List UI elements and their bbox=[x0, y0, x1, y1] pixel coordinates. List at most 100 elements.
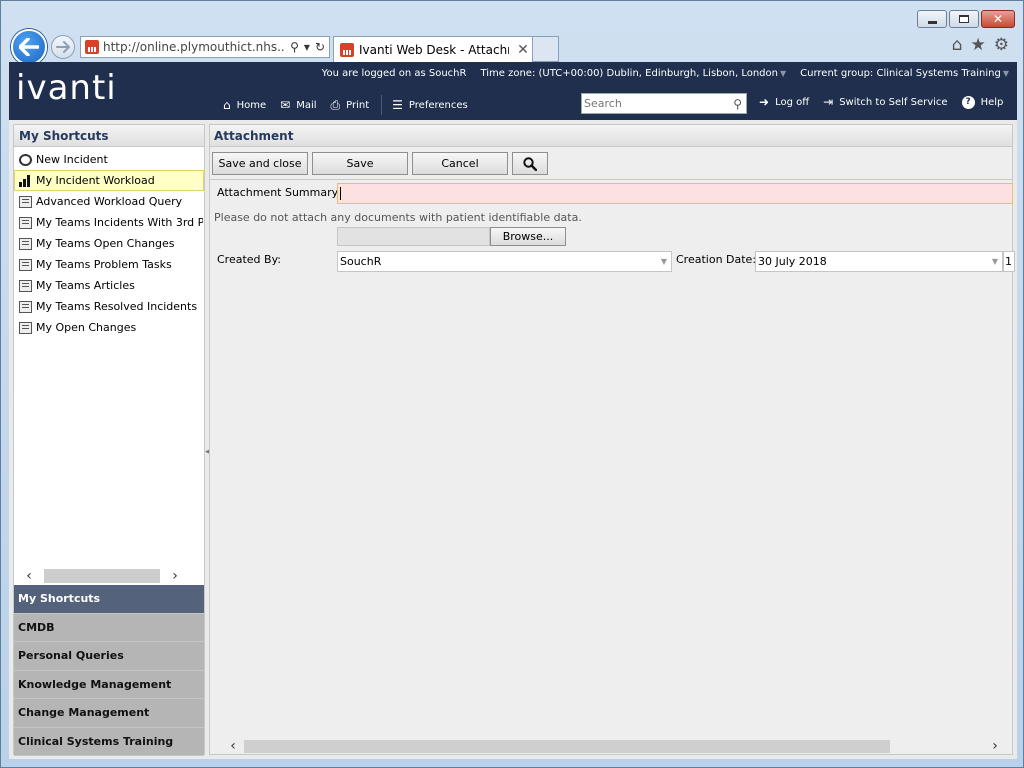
created-by-value: SouchR bbox=[340, 255, 382, 268]
save-button[interactable]: Save bbox=[312, 152, 408, 175]
attachment-summary-label: Attachment Summary: bbox=[217, 186, 342, 199]
close-window-button[interactable]: ✕ bbox=[981, 10, 1015, 28]
tab-close-icon[interactable]: ✕ bbox=[514, 42, 532, 58]
scroll-right-icon[interactable]: › bbox=[160, 568, 190, 584]
scroll-left-icon[interactable]: ‹ bbox=[224, 738, 242, 754]
group-my-shortcuts[interactable]: My Shortcuts bbox=[14, 585, 204, 614]
home-page-icon[interactable]: ⌂ bbox=[952, 37, 963, 54]
home-icon: ⌂ bbox=[223, 98, 231, 112]
creation-time-field[interactable]: 1 bbox=[1003, 251, 1015, 272]
chevron-down-icon: ▼ bbox=[660, 257, 668, 266]
menu-self-service[interactable]: ⇥ Switch to Self Service bbox=[823, 95, 947, 109]
menu-print[interactable]: ⎙ Print bbox=[331, 98, 370, 113]
group-personal-queries[interactable]: Personal Queries bbox=[14, 642, 204, 671]
created-by-select[interactable]: SouchR ▼ bbox=[337, 251, 672, 272]
scroll-right-icon[interactable]: › bbox=[986, 738, 1004, 754]
search-address-icon[interactable]: ⚲ bbox=[290, 40, 299, 54]
magnifier-icon bbox=[523, 156, 537, 171]
main-horizontal-scrollbar[interactable]: ‹ › bbox=[224, 738, 1004, 754]
save-and-close-button[interactable]: Save and close bbox=[212, 152, 308, 175]
scroll-thumb[interactable] bbox=[44, 568, 160, 583]
restore-icon bbox=[959, 15, 969, 23]
restore-button[interactable] bbox=[949, 10, 979, 28]
creation-date-value: 30 July 2018 bbox=[758, 255, 827, 268]
file-path-field[interactable] bbox=[337, 227, 490, 246]
shortcut-label: My Open Changes bbox=[36, 321, 137, 334]
shortcut-teams-articles[interactable]: My Teams Articles bbox=[14, 275, 204, 296]
toolbar-divider bbox=[210, 179, 1012, 180]
group-clinical-systems-training[interactable]: Clinical Systems Training bbox=[14, 727, 204, 756]
current-group-selector[interactable]: Current group: Clinical Systems Training bbox=[800, 68, 1009, 79]
shortcut-advanced-workload-query[interactable]: Advanced Workload Query bbox=[14, 191, 204, 212]
address-url[interactable]: http://online.plymouthict.nhs... bbox=[103, 40, 286, 54]
forward-button[interactable] bbox=[51, 35, 75, 59]
shortcut-teams-incidents-3rd-party[interactable]: My Teams Incidents With 3rd Party bbox=[14, 212, 204, 233]
shortcut-label: My Teams Resolved Incidents bbox=[36, 300, 198, 313]
query-icon bbox=[19, 321, 32, 334]
header-actions: ➜ Log off ⇥ Switch to Self Service ? Help bbox=[759, 95, 1017, 109]
search-input[interactable] bbox=[582, 97, 734, 110]
logoff-arrow-icon: ➜ bbox=[759, 95, 770, 109]
menu-mail[interactable]: ✉ Mail bbox=[280, 98, 316, 112]
menu-help[interactable]: ? Help bbox=[961, 95, 1003, 109]
ivanti-app: ivanti You are logged on as SouchR Time … bbox=[9, 62, 1017, 759]
minimize-button[interactable] bbox=[917, 10, 947, 28]
menu-logoff[interactable]: ➜ Log off bbox=[759, 95, 809, 109]
ivanti-logo: ivanti bbox=[16, 68, 117, 108]
shortcut-teams-resolved-incidents[interactable]: My Teams Resolved Incidents bbox=[14, 296, 204, 317]
address-bar[interactable]: http://online.plymouthict.nhs... ⚲ ▾ ↻ bbox=[80, 36, 330, 58]
shortcut-my-incident-workload[interactable]: My Incident Workload bbox=[14, 170, 204, 191]
patient-data-warning: Please do not attach any documents with … bbox=[214, 211, 582, 224]
menu-preferences[interactable]: ☰ Preferences bbox=[392, 98, 468, 112]
refresh-icon[interactable]: ↻ bbox=[315, 40, 325, 54]
cancel-button[interactable]: Cancel bbox=[412, 152, 508, 175]
shortcut-open-changes[interactable]: My Open Changes bbox=[14, 317, 204, 338]
shortcut-label: New Incident bbox=[36, 153, 108, 166]
chevron-down-icon: ▼ bbox=[991, 257, 999, 266]
shortcuts-sidebar: My Shortcuts New Incident My Incident Wo… bbox=[13, 124, 205, 756]
logged-on-text: You are logged on as SouchR bbox=[321, 68, 467, 79]
incident-icon bbox=[19, 153, 32, 166]
back-button[interactable] bbox=[11, 29, 47, 65]
sidebar-horizontal-scrollbar[interactable]: ‹ › bbox=[14, 567, 204, 584]
query-icon bbox=[19, 195, 32, 208]
shortcut-new-incident[interactable]: New Incident bbox=[14, 149, 204, 170]
minimize-icon bbox=[927, 20, 937, 24]
scroll-thumb[interactable] bbox=[244, 739, 890, 753]
favorites-icon[interactable]: ★ bbox=[971, 37, 986, 54]
menu-divider bbox=[381, 95, 383, 115]
browser-tab[interactable]: Ivanti Web Desk - Attachm... ✕ bbox=[333, 36, 533, 62]
browse-button[interactable]: Browse... bbox=[490, 227, 566, 246]
scroll-left-icon[interactable]: ‹ bbox=[14, 568, 44, 584]
help-icon: ? bbox=[961, 95, 975, 109]
shortcut-list: New Incident My Incident Workload Advanc… bbox=[14, 147, 204, 338]
menu-home-label: Home bbox=[236, 99, 267, 111]
header-search[interactable]: ⚲ bbox=[581, 93, 747, 114]
group-knowledge-management[interactable]: Knowledge Management bbox=[14, 670, 204, 699]
attachment-summary-input[interactable] bbox=[337, 183, 1013, 204]
sidebar-title: My Shortcuts bbox=[14, 125, 204, 147]
creation-date-picker[interactable]: 30 July 2018 ▼ bbox=[755, 251, 1003, 272]
creation-date-label: Creation Date: bbox=[676, 253, 757, 266]
search-icon[interactable]: ⚲ bbox=[733, 97, 746, 111]
menu-home[interactable]: ⌂ Home bbox=[223, 98, 266, 112]
browser-toolbar-icons: ⌂ ★ ⚙ bbox=[952, 37, 1009, 54]
menu-self-service-label: Switch to Self Service bbox=[839, 96, 948, 108]
query-icon bbox=[19, 300, 32, 313]
group-cmdb[interactable]: CMDB bbox=[14, 613, 204, 642]
shortcut-label: My Teams Articles bbox=[36, 279, 135, 292]
navigation-groups: My Shortcuts CMDB Personal Queries Knowl… bbox=[14, 585, 204, 756]
shortcut-teams-open-changes[interactable]: My Teams Open Changes bbox=[14, 233, 204, 254]
group-change-management[interactable]: Change Management bbox=[14, 699, 204, 728]
site-favicon-icon bbox=[85, 40, 99, 54]
address-actions: ⚲ ▾ ↻ bbox=[290, 40, 329, 54]
search-button[interactable] bbox=[512, 152, 548, 175]
shortcut-teams-problem-tasks[interactable]: My Teams Problem Tasks bbox=[14, 254, 204, 275]
dropdown-icon[interactable]: ▾ bbox=[304, 40, 310, 54]
settings-gear-icon[interactable]: ⚙ bbox=[994, 37, 1009, 54]
created-by-label: Created By: bbox=[217, 253, 281, 266]
back-arrow-icon bbox=[19, 38, 39, 56]
new-tab-button[interactable] bbox=[533, 36, 559, 62]
shortcut-label: My Incident Workload bbox=[36, 174, 155, 187]
timezone-selector[interactable]: Time zone: (UTC+00:00) Dublin, Edinburgh… bbox=[480, 68, 786, 79]
